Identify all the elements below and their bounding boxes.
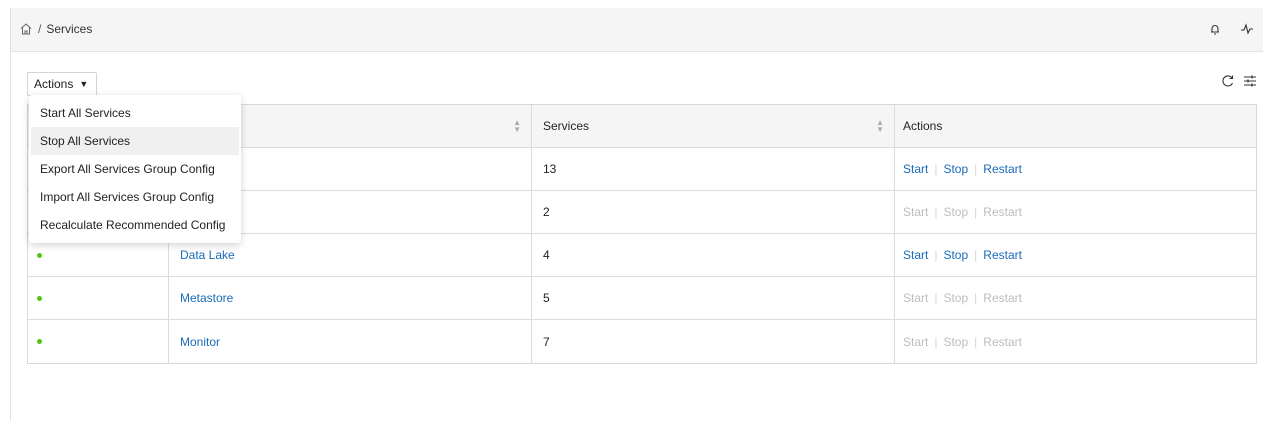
services-count: 7 <box>543 334 550 349</box>
sort-icon[interactable]: ▲ ▼ <box>876 119 884 134</box>
header-actions-label: Actions <box>903 119 943 133</box>
status-cell <box>28 277 169 319</box>
action-divider: | <box>974 205 978 219</box>
breadcrumb-current: Services <box>46 22 93 36</box>
restart-link[interactable]: Restart <box>983 248 1022 262</box>
column-settings-icon[interactable] <box>1243 74 1257 88</box>
row-actions: Start | Stop | Restart <box>903 205 1022 219</box>
breadcrumb-separator: / <box>38 22 42 36</box>
start-link[interactable]: Start <box>903 248 928 262</box>
table-row: Monitor 7 Start | Stop | Restart <box>28 320 1256 363</box>
breadcrumb: / Services <box>19 22 92 36</box>
services-count-cell: 5 <box>532 277 895 319</box>
header-icons <box>1208 22 1254 36</box>
activity-icon[interactable] <box>1240 22 1254 36</box>
stop-link[interactable]: Stop <box>943 205 968 219</box>
services-count-cell: 13 <box>532 148 895 190</box>
row-actions: Start | Stop | Restart <box>903 248 1022 262</box>
status-dot-icon <box>37 295 42 301</box>
stop-link[interactable]: Stop <box>943 335 968 349</box>
page-frame: / Services Actions ▼ up ▲▼ <box>10 8 1263 421</box>
stop-link[interactable]: Stop <box>943 291 968 305</box>
services-count-cell: 7 <box>532 320 895 363</box>
actions-cell: Start | Stop | Restart <box>895 148 1256 190</box>
refresh-icon[interactable] <box>1221 74 1235 88</box>
action-divider: | <box>974 248 978 262</box>
menu-item-stop-all-services[interactable]: Stop All Services <box>31 127 239 155</box>
group-cell: Metastore <box>169 277 532 319</box>
restart-link[interactable]: Restart <box>983 205 1022 219</box>
menu-item-start-all-services[interactable]: Start All Services <box>29 99 241 127</box>
actions-cell: Start | Stop | Restart <box>895 320 1256 363</box>
actions-cell: Start | Stop | Restart <box>895 277 1256 319</box>
action-divider: | <box>934 334 938 349</box>
action-divider: | <box>974 291 978 305</box>
services-count: 13 <box>543 162 557 176</box>
caret-down-icon: ▼ <box>79 79 89 89</box>
bell-icon[interactable] <box>1208 22 1222 36</box>
group-link[interactable]: Metastore <box>180 291 233 305</box>
status-cell <box>28 320 169 363</box>
header-services[interactable]: Services ▲ ▼ <box>532 105 895 147</box>
actions-cell: Start | Stop | Restart <box>895 191 1256 233</box>
start-link[interactable]: Start <box>903 335 928 349</box>
actions-label: Actions <box>34 77 74 91</box>
restart-link[interactable]: Restart <box>983 335 1022 349</box>
top-header: / Services <box>11 8 1263 52</box>
header-actions: Actions <box>895 105 1256 147</box>
home-icon[interactable] <box>19 22 33 36</box>
services-count: 2 <box>543 205 550 219</box>
stop-link[interactable]: Stop <box>943 162 968 176</box>
action-divider: | <box>974 334 978 349</box>
services-count: 4 <box>543 248 550 262</box>
group-link[interactable]: Data Lake <box>180 248 235 262</box>
group-cell: Monitor <box>169 320 532 363</box>
status-dot-icon <box>37 339 42 344</box>
menu-item-import-group-config[interactable]: Import All Services Group Config <box>29 183 241 211</box>
action-divider: | <box>934 162 938 176</box>
services-count-cell: 2 <box>532 191 895 233</box>
action-divider: | <box>974 162 978 176</box>
start-link[interactable]: Start <box>903 162 928 176</box>
status-dot-icon <box>37 252 42 258</box>
row-actions: Start | Stop | Restart <box>903 162 1022 176</box>
group-link[interactable]: Monitor <box>180 335 220 349</box>
row-actions: Start | Stop | Restart <box>903 291 1022 305</box>
table-tools <box>1221 74 1257 88</box>
actions-menu: Start All Services Stop All Services Exp… <box>29 95 241 243</box>
actions-dropdown-button[interactable]: Actions ▼ <box>27 72 98 96</box>
restart-link[interactable]: Restart <box>983 162 1022 176</box>
start-link[interactable]: Start <box>903 291 928 305</box>
services-count: 5 <box>543 291 550 305</box>
stop-link[interactable]: Stop <box>943 248 968 262</box>
action-divider: | <box>934 291 938 305</box>
sort-icon[interactable]: ▲ ▼ <box>513 119 521 134</box>
row-actions: Start | Stop | Restart <box>903 335 1022 349</box>
table-row: Metastore 5 Start | Stop | Restart <box>28 277 1256 320</box>
start-link[interactable]: Start <box>903 205 928 219</box>
services-count-cell: 4 <box>532 234 895 276</box>
action-divider: | <box>934 248 938 262</box>
action-divider: | <box>934 205 938 219</box>
restart-link[interactable]: Restart <box>983 291 1022 305</box>
header-services-label: Services <box>543 119 590 133</box>
menu-item-export-group-config[interactable]: Export All Services Group Config <box>29 155 241 183</box>
actions-cell: Start | Stop | Restart <box>895 234 1256 276</box>
menu-item-recalculate-config[interactable]: Recalculate Recommended Config <box>29 211 241 239</box>
